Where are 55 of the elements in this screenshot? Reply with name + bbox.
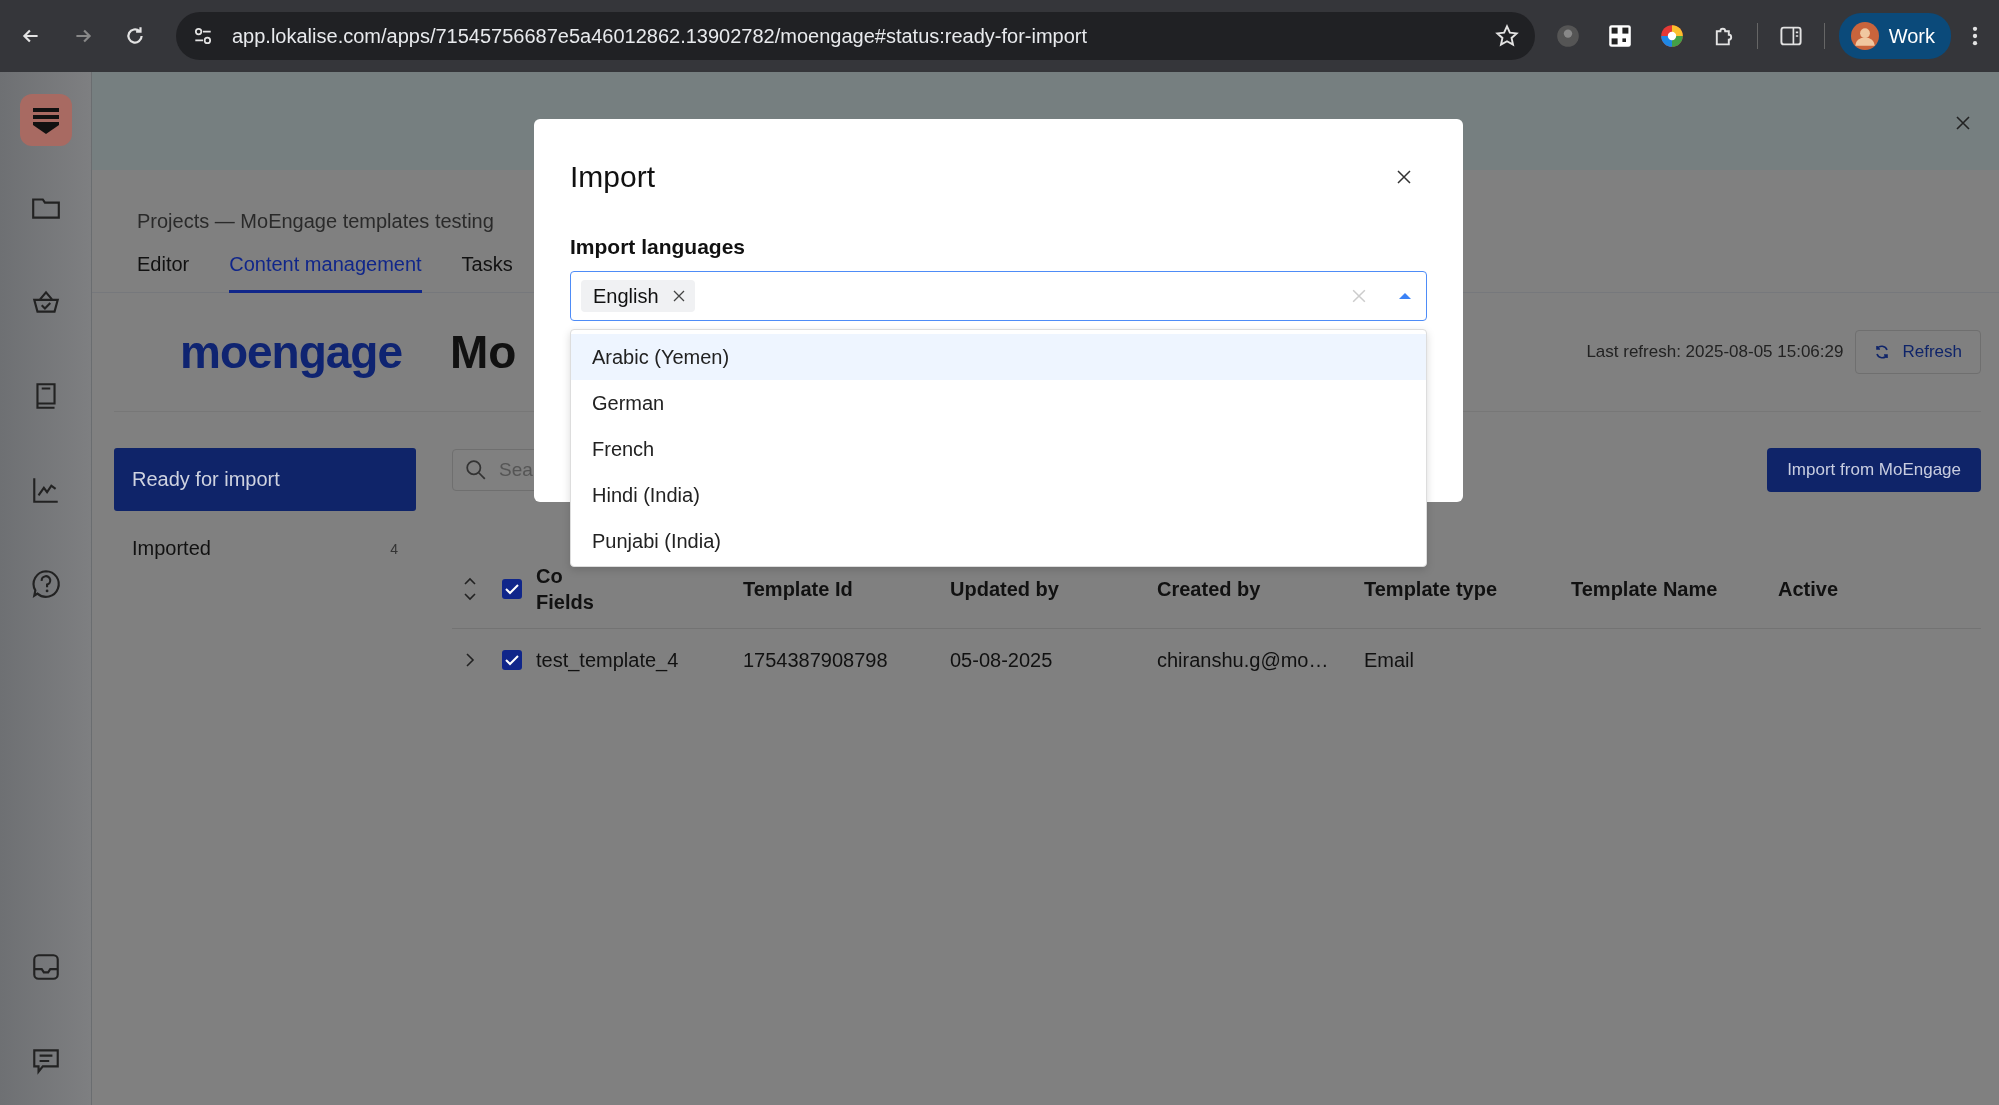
dropdown-option[interactable]: Punjabi (India) bbox=[571, 518, 1426, 564]
color-wheel-icon[interactable] bbox=[1659, 24, 1684, 48]
status-filter[interactable]: Imported 4 bbox=[114, 517, 416, 580]
menu-icon[interactable] bbox=[1971, 24, 1979, 48]
dropdown-option[interactable]: French bbox=[571, 426, 1426, 472]
refresh-icon bbox=[1874, 344, 1891, 360]
table-cell-text: Email bbox=[1364, 648, 1415, 672]
app-logo[interactable] bbox=[19, 94, 72, 146]
table-cell-text: 05-08-2025 bbox=[950, 648, 1054, 672]
row-checkbox[interactable] bbox=[502, 650, 522, 670]
moengage-logo: moengage bbox=[180, 325, 403, 379]
account-icon[interactable] bbox=[1555, 24, 1580, 48]
qr-code-icon[interactable] bbox=[1607, 24, 1632, 48]
profile-button[interactable]: Work bbox=[1838, 13, 1951, 59]
bookmark-star-icon[interactable] bbox=[1494, 24, 1519, 48]
breadcrumb: Projects — MoEngage templates testing bbox=[137, 210, 495, 233]
expand-chevron-icon[interactable] bbox=[465, 652, 475, 668]
url-text: app.lokalise.com/apps/71545756687e5a46012862.13902782/moengage#status:ready-for-import bbox=[232, 24, 1089, 48]
column-header: Template Name bbox=[1571, 577, 1719, 602]
tab[interactable]: Tasks bbox=[461, 245, 513, 293]
column-header: Active bbox=[1778, 577, 1840, 602]
table-cell-text: chiranshu.g@mo… bbox=[1157, 648, 1330, 672]
column-header: Co Fields bbox=[536, 564, 595, 615]
address-bar[interactable]: app.lokalise.com/apps/71545756687e5a46012862.13902782/moengage#status:ready-for-import bbox=[176, 12, 1535, 60]
caret-icon[interactable] bbox=[1398, 292, 1412, 300]
reload-icon[interactable] bbox=[124, 25, 146, 47]
page-title: Mo bbox=[450, 325, 517, 379]
dropdown-option[interactable]: German bbox=[571, 380, 1426, 426]
column-header: Created by bbox=[1157, 577, 1262, 602]
help-icon[interactable] bbox=[29, 568, 62, 600]
site-settings-icon[interactable] bbox=[192, 25, 214, 47]
column-header: Template type bbox=[1364, 577, 1498, 602]
last-refresh-text: Last refresh: 2025-08-05 15:06:29 bbox=[1586, 342, 1844, 362]
table-cell-text: test_template_4 bbox=[536, 648, 680, 672]
dialog-title: Import bbox=[570, 160, 656, 194]
column-header: Updated by bbox=[950, 577, 1060, 602]
import-button[interactable]: Import from MoEngage bbox=[1767, 448, 1981, 492]
dropdown-option[interactable]: Hindi (India) bbox=[571, 472, 1426, 518]
close-icon[interactable] bbox=[1396, 169, 1412, 185]
tab[interactable]: Editor bbox=[137, 245, 190, 293]
language-select[interactable]: English bbox=[570, 271, 1427, 321]
language-chip: English bbox=[581, 280, 695, 312]
count-label: 4 bbox=[390, 540, 398, 557]
search-icon bbox=[465, 459, 487, 481]
side-panel-icon[interactable] bbox=[1778, 24, 1803, 48]
refresh-button[interactable]: Refresh bbox=[1855, 330, 1981, 374]
column-header: Template Id bbox=[743, 577, 854, 602]
field-label: Import languages bbox=[570, 235, 747, 259]
remove-icon[interactable] bbox=[672, 290, 685, 302]
table-cell-text: 1754387908798 bbox=[743, 648, 889, 672]
dropdown-option[interactable]: Arabic (Yemen) bbox=[571, 334, 1426, 380]
avatar-icon bbox=[1850, 22, 1879, 50]
sort-icon[interactable] bbox=[463, 577, 477, 601]
status-filter[interactable]: Ready for import bbox=[114, 448, 416, 511]
select-all-checkbox[interactable] bbox=[502, 579, 522, 599]
